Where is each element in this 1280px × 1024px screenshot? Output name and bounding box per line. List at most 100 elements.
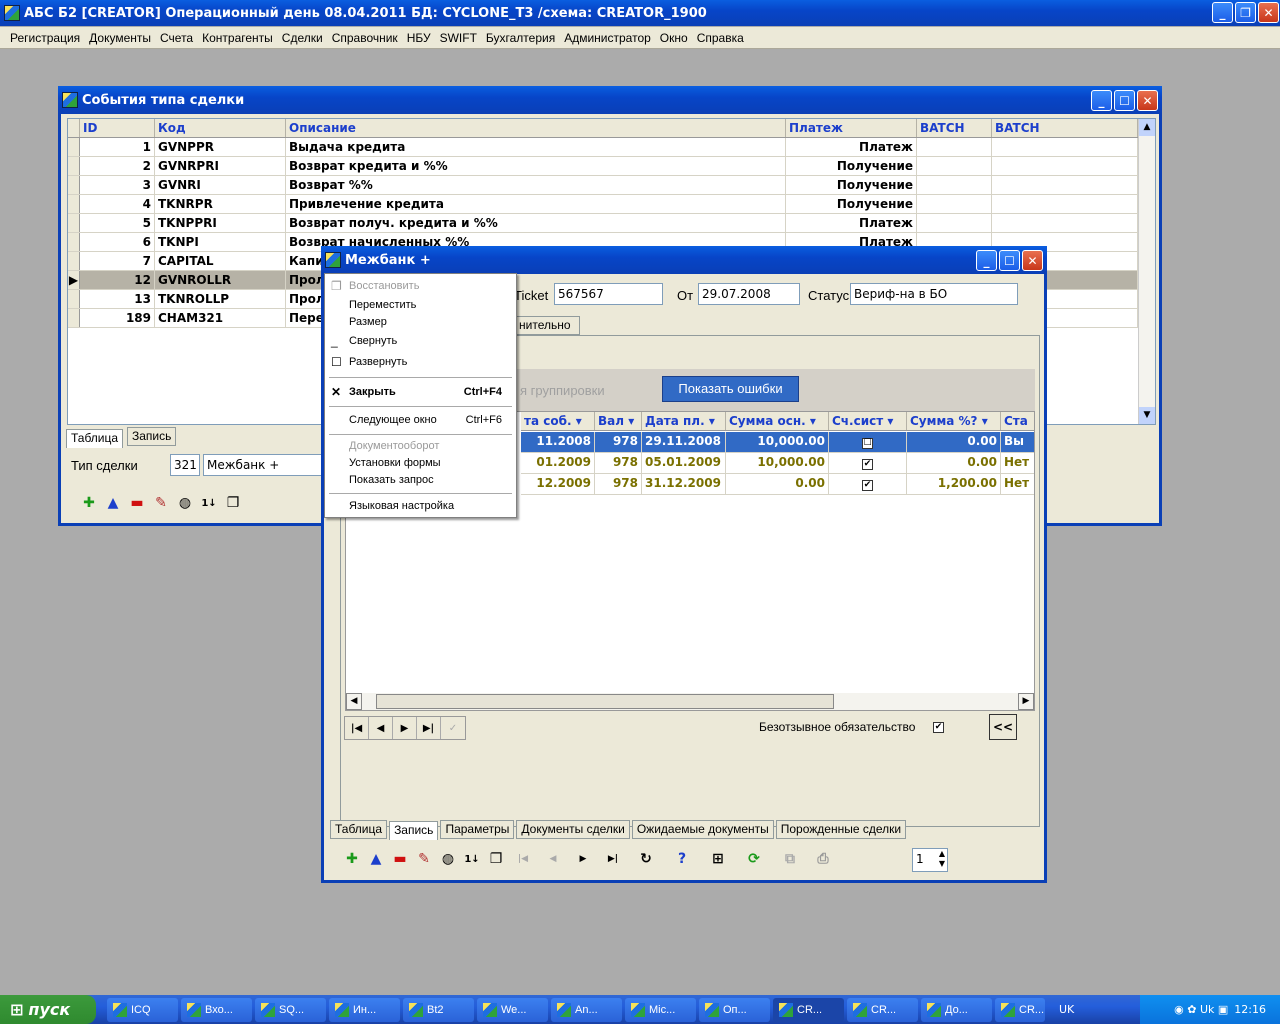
from-date-field[interactable]: 29.07.2008	[698, 283, 800, 305]
first-record-icon[interactable]: |◀	[345, 717, 369, 739]
language-indicator[interactable]: UK	[1059, 1003, 1074, 1016]
schedule-row[interactable]: 12.2009 978 31.12.2009 0.00 ✔ 1,200.00 Нет	[521, 474, 1034, 495]
collapse-button[interactable]: <<	[989, 714, 1017, 740]
clock[interactable]: 12:16	[1234, 1003, 1266, 1016]
horizontal-scrollbar[interactable]: ◀ ▶	[346, 693, 1034, 710]
up-icon[interactable]: ▲	[101, 492, 125, 514]
irrevocable-checkbox[interactable]: ✔	[933, 722, 944, 733]
menu-admin[interactable]: Администратор	[564, 31, 651, 45]
menu-swift[interactable]: SWIFT	[440, 31, 477, 45]
help-icon[interactable]: ?	[664, 848, 700, 870]
schedule-row[interactable]: 01.2009 978 05.01.2009 10,000.00 ✔ 0.00 Нет	[521, 453, 1034, 474]
col-sys-account[interactable]: Сч.сист ▾	[829, 412, 907, 430]
status-field[interactable]: Вериф-на в БО	[850, 283, 1018, 305]
schedule-row[interactable]: 11.2008 978 29.11.2008 10,000.00 ☐ 0.00 Вы	[521, 432, 1034, 453]
tab-record[interactable]: Запись	[389, 821, 439, 840]
restore-icon[interactable]: ❐	[1235, 2, 1256, 23]
edit-icon[interactable]: ✎	[149, 492, 173, 514]
ticket-field[interactable]: 567567	[554, 283, 663, 305]
tab-deal-documents[interactable]: Документы сделки	[516, 820, 630, 839]
taskbar-item[interactable]: We...	[477, 997, 548, 1022]
show-errors-button[interactable]: Показать ошибки	[662, 376, 799, 402]
taskbar-item[interactable]: ICQ	[107, 997, 178, 1022]
tab-table[interactable]: Таблица	[330, 820, 388, 839]
add-icon[interactable]: ✚	[340, 848, 364, 870]
delete-icon[interactable]: ▬	[125, 492, 149, 514]
scroll-left-icon[interactable]: ◀	[346, 693, 362, 710]
menu-item-language[interactable]: Языковая настройка	[325, 498, 516, 515]
col-description[interactable]: Описание	[286, 119, 786, 137]
table-row[interactable]: 2 GVNRPRI Возврат кредита и %% Получение	[68, 157, 1155, 176]
table-row[interactable]: 3 GVNRI Возврат %% Получение	[68, 176, 1155, 195]
spinner-arrows-icon[interactable]: ▲ ▼	[939, 849, 945, 869]
sort-icon[interactable]: 1↓	[460, 848, 484, 870]
tab-additional[interactable]: нительно	[514, 316, 580, 335]
taskbar-item[interactable]: Вхо...	[181, 997, 252, 1022]
prev-record-icon[interactable]: ◀	[369, 717, 393, 739]
maximize-icon[interactable]: ☐	[1114, 90, 1135, 111]
menu-item-form-settings[interactable]: Установки формы	[325, 455, 516, 472]
first-record-icon[interactable]: |◀	[508, 848, 538, 870]
post-icon[interactable]: ✓	[441, 717, 465, 739]
tab-record[interactable]: Запись	[127, 427, 177, 446]
menu-deals[interactable]: Сделки	[282, 31, 323, 45]
tray-icons[interactable]: ◉ ✿ Uk ▣	[1174, 1003, 1228, 1016]
taskbar-item[interactable]: CR...	[995, 997, 1045, 1022]
menu-item-restore[interactable]: ❐ Восстановить	[325, 278, 516, 295]
sort-icon[interactable]: 1↓	[197, 492, 221, 514]
tab-expected-documents[interactable]: Ожидаемые документы	[631, 820, 774, 839]
menu-registration[interactable]: Регистрация	[10, 31, 80, 45]
menu-accounting[interactable]: Бухгалтерия	[486, 31, 555, 45]
col-status[interactable]: Ста	[1001, 412, 1034, 430]
prev-record-icon[interactable]: ◀	[538, 848, 568, 870]
checkbox[interactable]: ✔	[862, 459, 873, 470]
col-batch1[interactable]: BATCH	[917, 119, 992, 137]
add-icon[interactable]: ✚	[77, 492, 101, 514]
refresh-icon[interactable]: ↻	[628, 848, 664, 870]
minimize-icon[interactable]: _	[1091, 90, 1112, 111]
copy-icon[interactable]: ❐	[484, 848, 508, 870]
close-icon[interactable]: ✕	[1258, 2, 1279, 23]
menu-item-show-query[interactable]: Показать запрос	[325, 472, 516, 489]
menu-help[interactable]: Справка	[697, 31, 744, 45]
minimize-icon[interactable]: _	[976, 250, 997, 271]
menu-item-docflow[interactable]: Документооборот	[325, 438, 516, 455]
deal-type-code-field[interactable]: 321	[170, 454, 200, 476]
taskbar-item[interactable]: Mic...	[625, 997, 696, 1022]
table-row[interactable]: 1 GVNPPR Выдача кредита Платеж	[68, 138, 1155, 157]
menu-documents[interactable]: Документы	[89, 31, 151, 45]
taskbar-item[interactable]: An...	[551, 997, 622, 1022]
last-record-icon[interactable]: ▶|	[417, 717, 441, 739]
taskbar-item[interactable]: Bt2	[403, 997, 474, 1022]
tab-table[interactable]: Таблица	[66, 429, 124, 448]
col-interest-sum[interactable]: Сумма %? ▾	[907, 412, 1001, 430]
scroll-thumb[interactable]	[376, 694, 834, 709]
checkbox[interactable]: ☐	[862, 438, 873, 449]
col-currency[interactable]: Вал ▾	[595, 412, 642, 430]
page-spinner[interactable]: 1 ▲ ▼	[912, 848, 948, 872]
sync-icon[interactable]: ⟳	[736, 848, 772, 870]
col-id[interactable]: ID	[80, 119, 155, 137]
menu-window[interactable]: Окно	[660, 31, 688, 45]
menu-item-maximize[interactable]: ☐ Развернуть	[325, 354, 516, 371]
scroll-up-icon[interactable]: ▲	[1139, 119, 1155, 136]
col-pay-date[interactable]: Дата пл. ▾	[642, 412, 726, 430]
menu-item-minimize[interactable]: _ Свернуть	[325, 333, 516, 350]
menu-item-size[interactable]: Размер	[325, 314, 516, 331]
tree-icon[interactable]: ⊞	[700, 848, 736, 870]
checkbox[interactable]: ✔	[862, 480, 873, 491]
menu-directory[interactable]: Справочник	[332, 31, 398, 45]
deal-type-name-field[interactable]: Межбанк +	[203, 454, 333, 476]
menu-item-move[interactable]: Переместить	[325, 297, 516, 314]
tab-parameters[interactable]: Параметры	[440, 820, 515, 839]
print-icon[interactable]: ⎙	[808, 848, 838, 870]
edit-icon[interactable]: ✎	[412, 848, 436, 870]
taskbar-item-active[interactable]: CR...	[773, 997, 844, 1022]
menu-item-next-window[interactable]: Следующее окно Ctrl+F6	[325, 412, 516, 429]
menu-accounts[interactable]: Счета	[160, 31, 193, 45]
taskbar-item[interactable]: CR...	[847, 997, 918, 1022]
taskbar-item[interactable]: До...	[921, 997, 992, 1022]
table-row[interactable]: 4 TKNRPR Привлечение кредита Получение	[68, 195, 1155, 214]
start-button[interactable]: ⊞ пуск	[0, 995, 96, 1024]
up-icon[interactable]: ▲	[364, 848, 388, 870]
